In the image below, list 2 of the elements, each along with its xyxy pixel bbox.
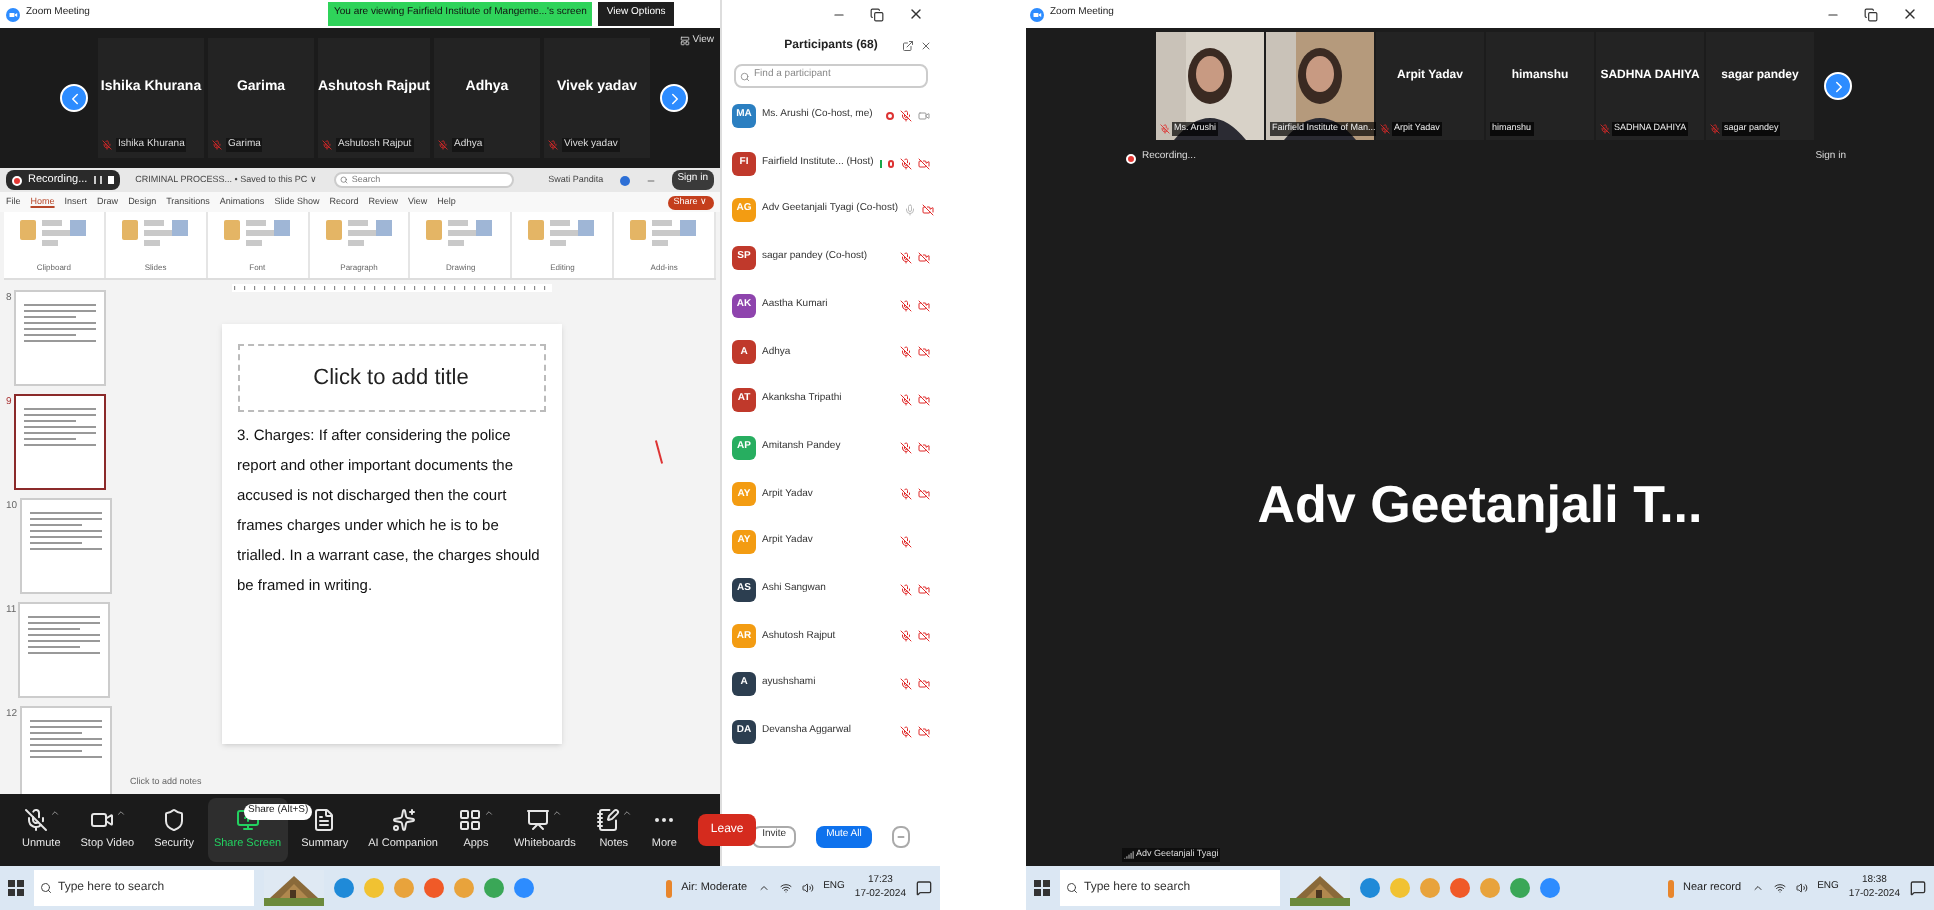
- active-speaker-name: Adv Geetanjali T...: [1257, 472, 1703, 538]
- title-placeholder-text: Click to add title: [313, 363, 469, 394]
